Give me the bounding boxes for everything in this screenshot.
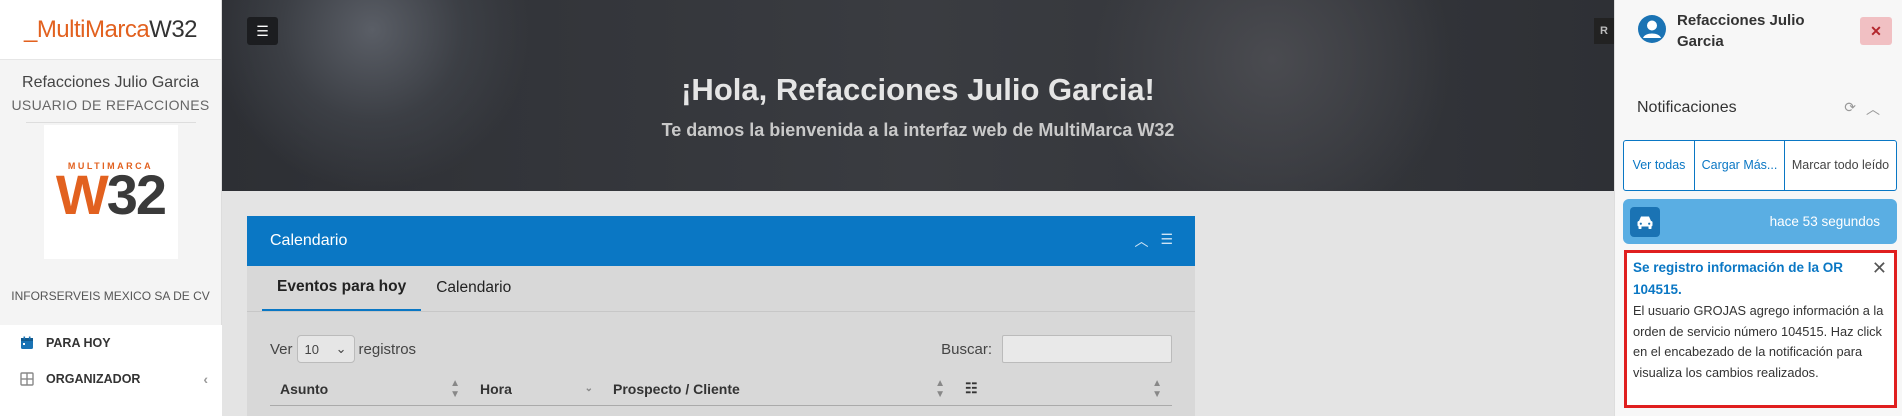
sidebar-menu: PARA HOY ORGANIZADOR ‹ [0,325,222,416]
notification-message[interactable]: Se registro información de la OR 104515.… [1624,250,1897,408]
card-title: Calendario [270,232,348,249]
sort-icon: ▲ ▼ [1152,377,1162,400]
column-label: Asunto [280,380,329,397]
card-tools: ︿ ☰ [1134,231,1173,251]
table-header: Asunto ▲ ▼ Hora ⌄ Prospecto / Cliente ▲ ▼ ☷ ▲ ▼ [270,372,1172,406]
company-logo: MULTIMARCA W32 [43,125,178,259]
car-icon [1630,206,1660,237]
mark-all-read-button[interactable]: Marcar todo leído [1784,141,1896,190]
sidebar-item-para-hoy[interactable]: PARA HOY [0,325,222,361]
sidebar-user-name: Refacciones Julio Garcia [22,74,199,91]
search-input[interactable] [1002,335,1172,363]
sidebar: _MultiMarca W32 Refacciones Julio Garcia … [0,0,222,416]
close-panel-button[interactable]: ✕ [1860,17,1892,45]
notifications-title: Notificaciones [1637,99,1737,116]
sidebar-item-organizador[interactable]: ORGANIZADOR ‹ [0,361,222,397]
show-label: Ver [270,340,293,358]
chevron-left-icon: ‹ [203,371,208,387]
load-more-button[interactable]: Cargar Más... [1694,141,1784,190]
notification-time: hace 53 segundos [1769,214,1880,229]
hero-banner: ☰ ¡Hola, Refacciones Julio Garcia! Te da… [222,0,1614,191]
brand-suffix: W32 [149,15,198,43]
calendar-card: Calendario ︿ ☰ Eventos para hoy Calendar… [247,216,1195,416]
tab-calendario[interactable]: Calendario [421,265,526,311]
welcome-title: ¡Hola, Refacciones Julio Garcia! [681,72,1155,107]
table-controls: Ver 10 ⌄ registros Buscar: [270,334,1172,364]
sidebar-user-role: USUARIO DE REFACCIONES [11,97,210,113]
column-hora[interactable]: Hora ⌄ [470,372,603,406]
page-size-select[interactable]: 10 ⌄ [296,335,355,363]
sort-icon: ▲ ▼ [935,377,945,400]
sidebar-item-label: PARA HOY [46,336,111,350]
sidebar-item-label: ORGANIZADOR [46,372,141,386]
column-settings[interactable]: ☷ ▲ ▼ [955,372,1172,406]
records-label: registros [358,340,417,358]
card-tabs: Eventos para hoy Calendario [247,266,1195,312]
menu-toggle-button[interactable]: ☰ [247,17,278,45]
list-menu-icon[interactable]: ☰ [1160,231,1173,251]
notification-header[interactable]: hace 53 segundos [1623,199,1897,244]
notification-message-body: El usuario GROJAS agrego información a l… [1633,303,1884,380]
chevron-down-icon: ⌄ [335,341,347,356]
brand-prefix: _MultiMarca [23,15,150,43]
hamburger-icon: ☰ [256,22,269,39]
logo-num: 32 [106,163,167,226]
panel-user-name: Refacciones Julio Garcia [1677,12,1805,50]
search-group: Buscar: [941,335,1172,363]
card-header: Calendario ︿ ☰ [247,216,1195,266]
tab-eventos-para-hoy[interactable]: Eventos para hoy [262,265,422,311]
notifications-tools: ⟳ ︿ [1844,99,1880,119]
column-asunto[interactable]: Asunto ▲ ▼ [270,372,470,406]
column-prospecto-cliente[interactable]: Prospecto / Cliente ▲ ▼ [603,372,955,406]
close-icon: ✕ [1870,22,1882,39]
search-label: Buscar: [941,340,992,358]
column-label: Hora [480,380,512,397]
company-name: INFORSERVEIS MEXICO SA DE CV [11,289,210,303]
page-size-value: 10 [304,341,319,357]
column-label: Prospecto / Cliente [613,380,740,397]
main-content: ☰ ¡Hola, Refacciones Julio Garcia! Te da… [222,0,1614,416]
sort-icon: ▲ ▼ [450,377,460,400]
chevron-up-icon[interactable]: ︿ [1866,99,1880,119]
welcome-subtitle: Te damos la bienvenida a la interfaz web… [661,120,1175,140]
brand-logo[interactable]: _MultiMarca W32 [0,0,221,60]
logo-w: W [55,163,109,226]
header-stub[interactable]: R [1594,18,1614,44]
refresh-icon[interactable]: ⟳ [1844,99,1856,119]
grid-icon [20,372,34,386]
close-icon[interactable]: ✕ [1872,258,1887,279]
chevron-up-icon[interactable]: ︿ [1134,231,1148,251]
notification-actions: Ver todas Cargar Más... Marcar todo leíd… [1623,140,1897,191]
sliders-icon: ☷ [965,380,978,396]
view-all-button[interactable]: Ver todas [1624,141,1694,190]
notification-message-title[interactable]: Se registro información de la OR 104515. [1633,257,1858,301]
notification-panel: Refacciones Julio Garcia ✕ Notificacione… [1614,0,1902,416]
user-avatar-icon [1637,14,1667,44]
chevron-down-icon: ⌄ [584,383,593,394]
divider [25,122,196,123]
panel-header: Refacciones Julio Garcia ✕ [1615,0,1902,84]
logo-big-text: W32 [56,167,167,223]
calendar-icon [20,336,34,350]
